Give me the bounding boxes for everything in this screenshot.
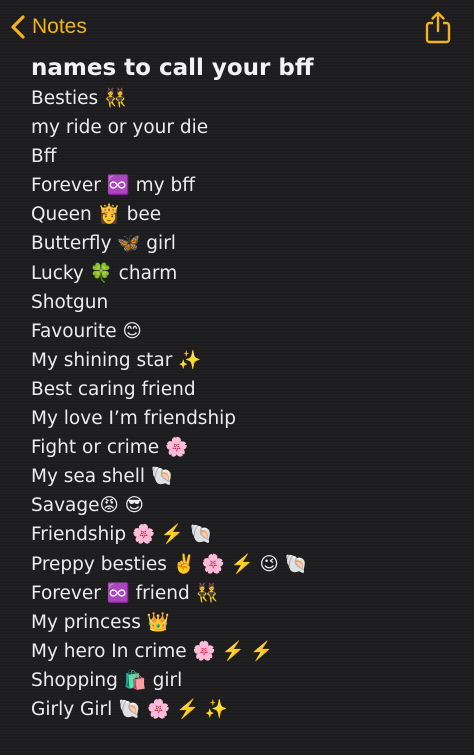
back-button[interactable]: Notes <box>8 12 87 42</box>
note-line: Bff <box>31 146 57 168</box>
note-line: My love I’m friendship <box>31 408 237 430</box>
note-line: Queen 👸 bee <box>31 204 162 226</box>
chevron-left-icon <box>11 15 25 39</box>
note-lines: Besties 👯 my ride or your die Bff Forever ♾… <box>31 84 461 724</box>
note-line: Fight or crime 🌸 <box>31 437 189 459</box>
note-line: Lucky 🍀 charm <box>31 262 178 284</box>
note-line: Girly Girl 🐚 🌸 ⚡️ ✨ <box>31 698 228 720</box>
note-line: Savage😡 😎 <box>31 495 144 517</box>
share-icon[interactable] <box>424 10 452 44</box>
note-title: names to call your bff <box>31 55 314 81</box>
note-line: Favourite 😊 <box>31 320 142 342</box>
note-line: Friendship 🌸 ⚡️ 🐚 <box>31 524 213 546</box>
note-line: My hero In crime 🌸 ⚡️ ⚡️ <box>31 640 274 662</box>
note-line: my ride or your die <box>31 117 209 139</box>
note-line: Forever ♾️ friend 👯 <box>31 582 219 604</box>
note-line: My princess 👑 <box>31 611 170 633</box>
note-line: Shopping 🛍️ girl <box>31 669 183 691</box>
note-line: Forever ♾️ my bff <box>31 175 195 197</box>
note-line: Besties 👯 <box>31 88 128 109</box>
note-line: Preppy besties ✌️ 🌸 ⚡️ 😉 🐚 <box>31 553 308 575</box>
note-body[interactable]: names to call your bff Besties 👯 my ride … <box>31 52 461 724</box>
navigation-bar: Notes <box>0 0 474 56</box>
note-line: Butterfly 🦋 girl <box>31 233 176 255</box>
note-line: My sea shell 🐚 <box>31 466 174 488</box>
note-line: Best caring friend <box>31 378 196 400</box>
back-label: Notes <box>32 15 87 38</box>
note-line: Shotgun <box>31 291 109 313</box>
note-line: My shining star ✨ <box>31 349 202 371</box>
